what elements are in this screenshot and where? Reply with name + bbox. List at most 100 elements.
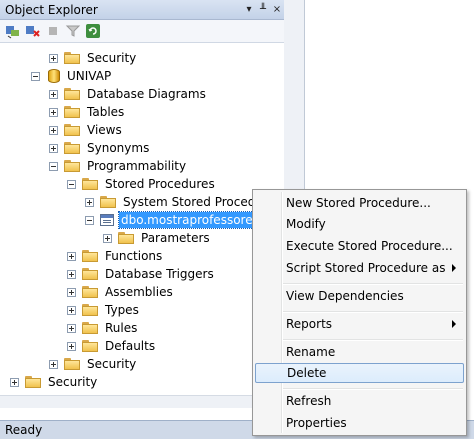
tree-node-functions[interactable]: Functions	[67, 247, 164, 265]
menu-item-label: Script Stored Procedure as	[286, 261, 446, 275]
expand-icon[interactable]	[67, 269, 76, 279]
tree-node-database-diagrams[interactable]: Database Diagrams	[49, 85, 208, 103]
tree-node-programmability[interactable]: Programmability	[49, 157, 188, 175]
stored-procedure-icon	[100, 214, 114, 226]
window-position-dropdown-icon[interactable]: ▾	[242, 4, 256, 15]
menu-item-rename[interactable]: Rename	[255, 342, 464, 362]
folder-icon	[64, 52, 80, 64]
expand-icon[interactable]	[49, 107, 58, 117]
folder-icon	[82, 286, 98, 298]
menu-item-label: Refresh	[286, 394, 332, 408]
folder-icon	[82, 304, 98, 316]
filter-button[interactable]	[64, 22, 82, 40]
menu-item-label: Properties	[286, 416, 347, 430]
folder-icon	[118, 232, 134, 244]
disconnect-button[interactable]	[24, 22, 42, 40]
expand-icon[interactable]	[67, 287, 76, 297]
tree-node-label: Stored Procedures	[105, 177, 215, 191]
folder-icon	[82, 268, 98, 280]
filter-icon	[65, 25, 81, 37]
tree-node-security[interactable]: Security	[49, 355, 138, 373]
folder-icon	[100, 196, 116, 208]
menu-item-script-stored-procedure-as[interactable]: Script Stored Procedure as	[255, 258, 464, 278]
tree-node-label: Database Triggers	[105, 267, 214, 281]
refresh-button[interactable]	[84, 22, 102, 40]
folder-icon	[64, 142, 80, 154]
tree-node-label: Tables	[87, 105, 125, 119]
connect-icon	[6, 26, 19, 39]
expand-icon[interactable]	[49, 53, 58, 63]
tree-node-label: Parameters	[141, 231, 210, 245]
tree-node-server-security[interactable]: Security	[10, 373, 99, 391]
menu-item-label: Modify	[286, 217, 326, 231]
tree-node-label: Security	[87, 51, 137, 65]
menu-item-modify[interactable]: Modify	[255, 214, 464, 234]
tree-node-assemblies[interactable]: Assemblies	[67, 283, 175, 301]
close-icon[interactable]: ×	[270, 4, 284, 15]
expand-icon[interactable]	[67, 323, 76, 333]
menu-item-execute-stored-procedure[interactable]: Execute Stored Procedure...	[255, 236, 464, 256]
menu-item-reports[interactable]: Reports	[255, 314, 464, 334]
object-explorer-title: Object Explorer	[5, 2, 98, 17]
tree-node-stored-procedures[interactable]: Stored Procedures	[67, 175, 217, 193]
tree-node-dbo-mostraprofessores[interactable]: dbo.mostraprofessores	[85, 211, 262, 229]
tree-node-synonyms[interactable]: Synonyms	[49, 139, 151, 157]
menu-item-delete[interactable]: Delete	[255, 363, 464, 383]
tree-node-parameters[interactable]: Parameters	[103, 229, 212, 247]
submenu-arrow-icon	[452, 264, 456, 272]
menu-separator	[283, 388, 463, 390]
collapse-icon[interactable]	[49, 161, 58, 171]
expand-icon[interactable]	[10, 377, 19, 387]
object-explorer-title-bar: Object Explorer ▾ ╨ ×	[0, 0, 284, 20]
tree-node-defaults[interactable]: Defaults	[67, 337, 157, 355]
submenu-arrow-icon	[452, 320, 456, 328]
object-explorer-tree: Security UNIVAP Database Diagrams Tables…	[0, 44, 284, 420]
menu-separator	[283, 283, 463, 285]
menu-separator	[283, 311, 463, 313]
horizontal-scrollbar[interactable]	[0, 395, 284, 408]
connect-button[interactable]	[4, 22, 22, 40]
tree-node-label: Functions	[105, 249, 163, 263]
expand-icon[interactable]	[49, 143, 58, 153]
tree-node-views[interactable]: Views	[49, 121, 124, 139]
folder-icon	[82, 322, 98, 334]
menu-item-new-stored-procedure[interactable]: New Stored Procedure...	[255, 193, 464, 213]
tree-node-label: Database Diagrams	[87, 87, 206, 101]
collapse-icon[interactable]	[67, 179, 76, 189]
folder-icon	[82, 340, 98, 352]
folder-icon	[64, 88, 80, 100]
stop-icon	[49, 27, 57, 35]
menu-item-label: Rename	[286, 345, 336, 359]
tree-node-database-univap[interactable]: UNIVAP	[31, 67, 113, 85]
tree-node-types[interactable]: Types	[67, 301, 141, 319]
tree-node-label: Defaults	[105, 339, 156, 353]
folder-icon	[64, 160, 80, 172]
expand-icon[interactable]	[67, 251, 76, 261]
expand-icon[interactable]	[85, 197, 94, 207]
expand-icon[interactable]	[67, 341, 76, 351]
object-explorer-panel: Object Explorer ▾ ╨ × Security UNIVAP Da…	[0, 0, 285, 420]
collapse-icon[interactable]	[31, 71, 40, 81]
menu-item-properties[interactable]: Properties	[255, 413, 464, 433]
expand-icon[interactable]	[67, 305, 76, 315]
tree-node-tables[interactable]: Tables	[49, 103, 126, 121]
collapse-icon[interactable]	[85, 215, 94, 225]
expand-icon[interactable]	[49, 89, 58, 99]
tree-node-security[interactable]: Security	[49, 49, 138, 67]
menu-item-label: View Dependencies	[286, 289, 404, 303]
folder-icon	[25, 376, 41, 388]
expand-icon[interactable]	[49, 359, 58, 369]
expand-icon[interactable]	[49, 125, 58, 135]
menu-item-label: New Stored Procedure...	[286, 196, 431, 210]
database-icon	[48, 69, 60, 83]
auto-hide-pin-icon[interactable]: ╨	[256, 4, 270, 15]
menu-item-view-dependencies[interactable]: View Dependencies	[255, 286, 464, 306]
stop-button[interactable]	[44, 22, 62, 40]
status-text: Ready	[5, 423, 43, 437]
expand-icon[interactable]	[103, 233, 112, 243]
folder-icon	[82, 250, 98, 262]
context-menu: New Stored Procedure... Modify Execute S…	[252, 189, 467, 436]
tree-node-rules[interactable]: Rules	[67, 319, 139, 337]
tree-node-database-triggers[interactable]: Database Triggers	[67, 265, 216, 283]
menu-item-refresh[interactable]: Refresh	[255, 391, 464, 411]
